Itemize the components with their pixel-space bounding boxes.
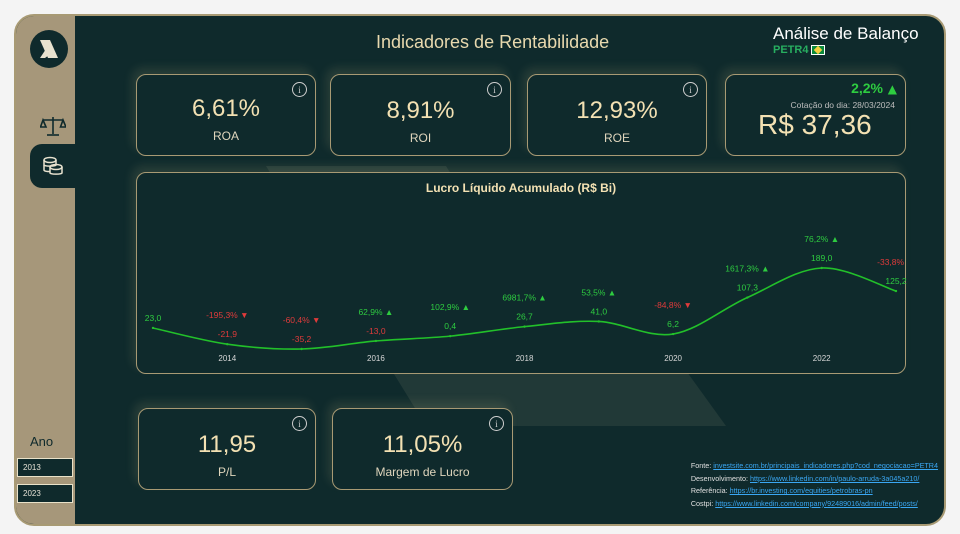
data-label: -13,0 — [366, 326, 386, 336]
sources-block: Fonte: investsite.com.br/principais_indi… — [691, 460, 938, 510]
pct-change-label: -60,4% ▼ — [283, 315, 321, 325]
roi-label: ROI — [409, 131, 432, 145]
data-point — [300, 347, 303, 351]
pct-change-label: 62,9% ▲ — [358, 307, 393, 317]
source-label: Desenvolvimento: — [690, 473, 748, 483]
ticker-text: PETR4 — [773, 44, 809, 56]
net-income-chart-card[interactable]: Lucro Líquido Acumulado (R$ Bi) 23,0 -21,… — [136, 172, 907, 374]
pct-change-label: 53,5% ▲ — [581, 287, 616, 297]
ticker-label: PETR4 — [773, 44, 826, 56]
arrow-up-icon: ▲ — [887, 82, 897, 96]
data-point — [374, 339, 378, 343]
margem-card[interactable]: i 11,05% Margem de Lucro — [332, 408, 513, 490]
x-tick-label: 2014 — [218, 354, 236, 363]
source-label: Costpi: — [690, 498, 714, 508]
roa-card[interactable]: i 6,61% ROA — [136, 74, 316, 156]
roe-value: 12,93% — [576, 97, 658, 124]
data-point — [894, 289, 898, 293]
brand-logo-icon[interactable] — [30, 30, 68, 68]
data-label: -21,9 — [218, 329, 238, 339]
data-label: 23,0 — [145, 313, 162, 323]
info-icon[interactable]: i — [292, 416, 307, 431]
data-label: 26,7 — [516, 312, 533, 322]
data-point — [671, 332, 675, 336]
data-point — [151, 326, 155, 330]
price-change: 2,2% — [851, 80, 883, 96]
x-tick-label: 2018 — [516, 354, 534, 363]
data-point — [523, 325, 526, 328]
price-card[interactable]: 2,2% ▲ Cotação do dia: 28/03/2024 R$ 37,… — [725, 74, 906, 156]
x-tick-label: 2022 — [813, 354, 831, 363]
source-label: Fonte: — [690, 461, 712, 470]
pct-change-label: 102,9% ▲ — [430, 302, 470, 312]
balance-scale-icon[interactable] — [30, 104, 75, 148]
series-line — [152, 267, 897, 350]
source-link[interactable]: https://www.linkedin.com/company/9248901… — [715, 499, 918, 508]
data-label: -35,2 — [292, 334, 312, 344]
pl-card[interactable]: i 11,95 P/L — [138, 408, 316, 490]
pct-change-label: 6981,7% ▲ — [502, 293, 546, 303]
data-label: 6,2 — [667, 319, 679, 329]
roa-value: 6,61% — [191, 95, 261, 122]
pl-label: P/L — [217, 465, 236, 479]
year-end-input[interactable]: 2023 — [17, 484, 73, 503]
data-label: 189,0 — [811, 253, 833, 263]
roe-card[interactable]: i 12,93% ROE — [527, 74, 707, 156]
source-link[interactable]: https://www.linkedin.com/in/paulo-arruda… — [750, 474, 919, 483]
roi-card[interactable]: i 8,91% ROI — [330, 74, 511, 156]
pct-change-label: -84,8% ▼ — [654, 300, 692, 310]
roi-value: 8,91% — [386, 97, 455, 124]
pct-change-label: -195,3% ▼ — [206, 310, 248, 320]
source-line: Costpi: https://www.linkedin.com/company… — [691, 498, 938, 511]
source-line: Referência: https://br.investing.com/equ… — [691, 485, 938, 498]
brazil-flag-icon — [811, 45, 826, 55]
margem-label: Margem de Lucro — [375, 465, 470, 479]
data-label: 107,3 — [737, 283, 759, 293]
x-tick-label: 2016 — [367, 354, 385, 363]
year-filter-label: Ano — [30, 434, 54, 449]
data-point — [226, 342, 229, 346]
net-income-chart: 23,0 -21,9 -195,3% ▼ -35,2 -60,4% ▼ -13,0 62,9… — [145, 234, 907, 363]
page-title: Indicadores de Rentabilidade — [376, 32, 610, 52]
source-label: Referência: — [690, 486, 728, 495]
coins-icon[interactable] — [30, 144, 75, 188]
data-point — [597, 320, 600, 323]
roe-label: ROE — [603, 131, 630, 145]
roa-label: ROA — [212, 129, 239, 143]
info-icon[interactable]: i — [683, 82, 698, 97]
price-value: R$ 37,36 — [758, 109, 872, 140]
info-icon[interactable]: i — [489, 416, 504, 431]
dashboard-frame: Ano 2013 2023 Indicadores de Rentabilida… — [14, 14, 946, 526]
data-label: 41,0 — [591, 306, 608, 316]
data-point — [449, 334, 452, 338]
pct-change-label: 1617,3% ▲ — [725, 264, 769, 274]
source-line: Desenvolvimento: https://www.linkedin.co… — [691, 473, 938, 486]
data-point — [820, 266, 823, 270]
pl-value: 11,95 — [197, 431, 257, 458]
sidebar: Ano 2013 2023 — [16, 16, 75, 524]
x-tick-label: 2020 — [664, 354, 682, 363]
source-line: Fonte: investsite.com.br/principais_indi… — [691, 460, 938, 473]
source-link[interactable]: investsite.com.br/principais_indicadores… — [713, 461, 938, 470]
source-link[interactable]: https://br.investing.com/equities/petrob… — [730, 486, 873, 495]
margem-value: 11,05% — [382, 431, 463, 458]
pct-change-label: -33,8% ▼ — [877, 257, 907, 267]
data-point — [746, 296, 749, 299]
year-start-input[interactable]: 2013 — [17, 458, 73, 477]
pct-change-label: 76,2% ▲ — [804, 234, 839, 244]
data-label: 0,4 — [444, 321, 456, 331]
info-icon[interactable]: i — [487, 82, 502, 97]
data-label: 125,2 — [885, 276, 907, 286]
brand-title: Análise de Balanço — [773, 24, 919, 43]
